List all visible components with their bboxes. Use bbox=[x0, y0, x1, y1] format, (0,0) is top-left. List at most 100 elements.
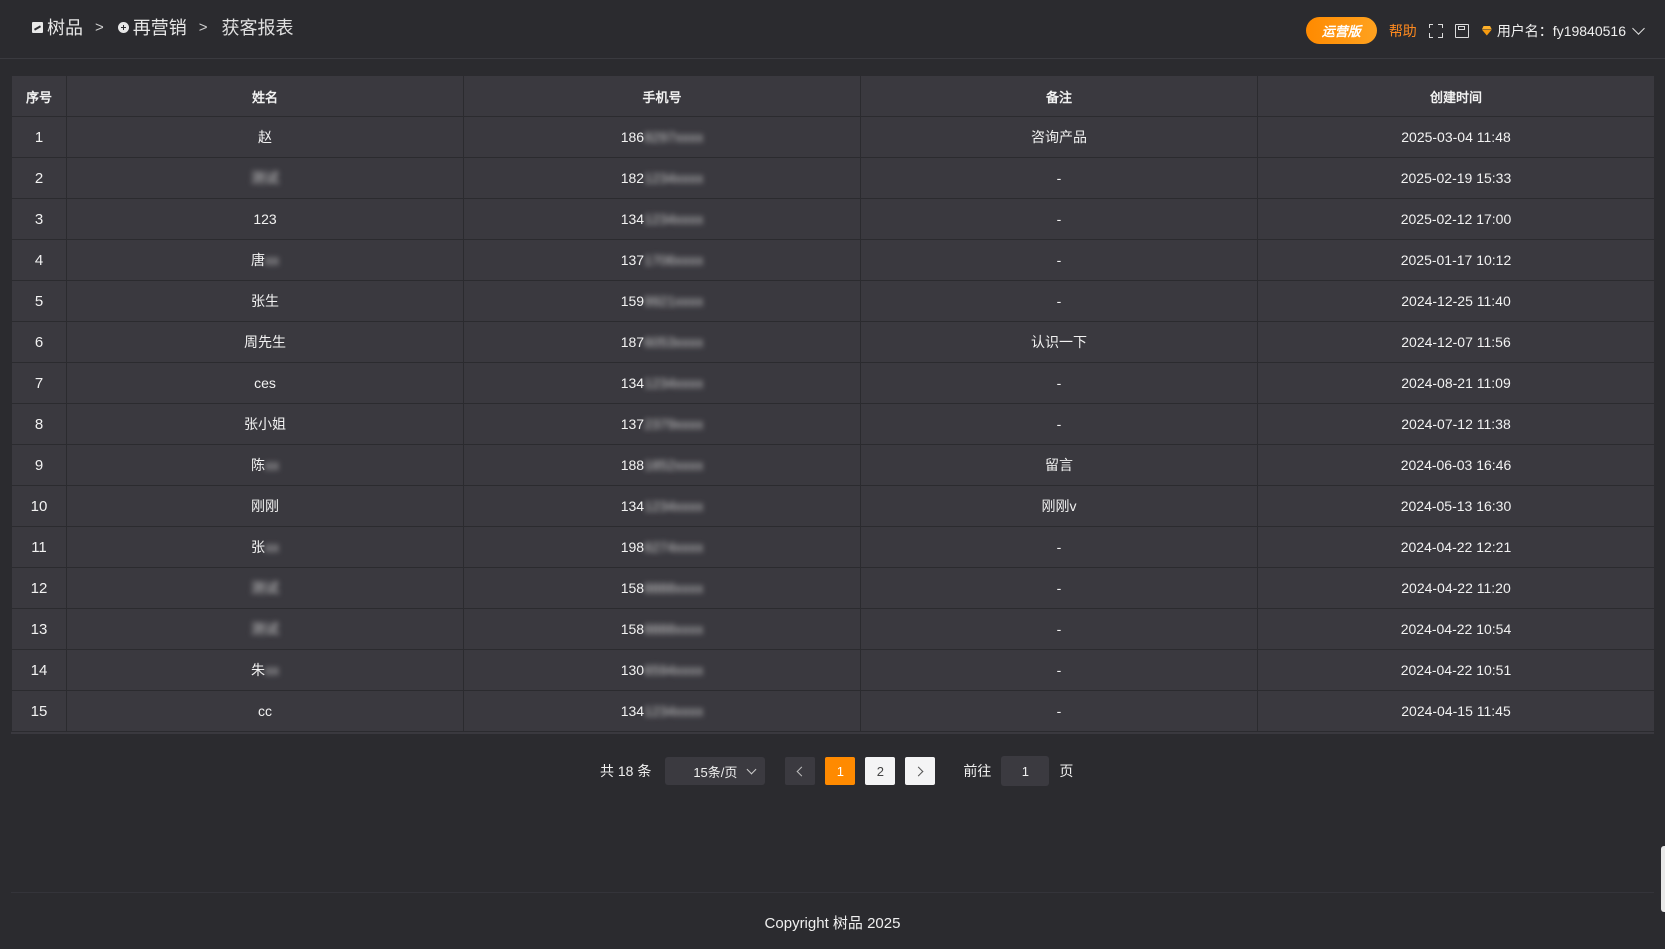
cell-text: 14 bbox=[30, 661, 48, 679]
table-row: 9 陈xx 1881852xxxx 留言 2024-06-03 16:46 bbox=[11, 444, 1655, 486]
prev-page-button[interactable] bbox=[785, 757, 816, 785]
row-name: 张xx bbox=[66, 526, 464, 568]
cell-text: 2024-04-22 11:20 bbox=[1401, 580, 1511, 596]
cell-text: 134 bbox=[620, 498, 645, 514]
row-note: 咨询产品 bbox=[860, 116, 1258, 158]
cell-text: 2025-02-12 17:00 bbox=[1400, 211, 1512, 227]
cell-text: 137 bbox=[620, 416, 645, 432]
page-button-2[interactable]: 2 bbox=[865, 757, 896, 785]
row-name: 朱xx bbox=[66, 649, 464, 691]
cell-text: 187 bbox=[620, 334, 645, 350]
row-note: - bbox=[860, 362, 1258, 404]
row-created-time: 2025-02-12 17:00 bbox=[1257, 198, 1655, 240]
row-name: 张小姐 bbox=[66, 403, 464, 445]
user-menu[interactable]: 用户名：fy19840516 bbox=[1481, 21, 1645, 41]
cell-text: - bbox=[1056, 580, 1062, 596]
row-index: 3 bbox=[11, 198, 67, 240]
cell-text: 周先生 bbox=[244, 334, 286, 350]
cell-text: 2 bbox=[34, 169, 44, 187]
row-index: 8 bbox=[11, 403, 67, 445]
table-row: 2 测试 1821234xxxx - 2025-02-19 15:33 bbox=[11, 157, 1655, 199]
cell-text: 2025-02-19 15:33 bbox=[1400, 170, 1512, 186]
next-page-button[interactable] bbox=[905, 757, 936, 785]
redacted-text: 1234xxxx bbox=[644, 703, 704, 719]
table-row: 8 张小姐 1372379xxxx - 2024-07-12 11:38 bbox=[11, 403, 1655, 445]
row-index: 7 bbox=[11, 362, 67, 404]
redacted-text: xx bbox=[265, 662, 279, 678]
page-size-select[interactable]: 15条/页 bbox=[665, 757, 766, 785]
row-index: 5 bbox=[11, 280, 67, 322]
username-label: 用户名：fy19840516 bbox=[1496, 22, 1626, 39]
footer-divider bbox=[11, 892, 1654, 893]
table-row: 15 cc 1341234xxxx - 2024-04-15 11:45 bbox=[11, 690, 1655, 732]
row-note: - bbox=[860, 403, 1258, 445]
column-header: 手机号 bbox=[463, 75, 861, 117]
row-index: 2 bbox=[11, 157, 67, 199]
goto-page-input[interactable] bbox=[1001, 756, 1050, 786]
table-row: 4 唐xx 1371706xxxx -2025-01-17 10:12 bbox=[11, 239, 1655, 281]
row-name: 赵 bbox=[66, 116, 464, 158]
save-icon[interactable] bbox=[1454, 23, 1469, 38]
cell-text: - bbox=[1056, 703, 1062, 719]
fullscreen-icon[interactable] bbox=[1427, 22, 1444, 39]
row-index: 15 bbox=[11, 690, 67, 732]
row-phone: 1372379xxxx bbox=[463, 403, 861, 445]
goto-suffix: 页 bbox=[1059, 763, 1074, 779]
cell-text: 2024-05-13 16:30 bbox=[1400, 498, 1512, 514]
row-created-time: 2024-04-22 12:21 bbox=[1257, 526, 1655, 568]
breadcrumb: 树品 > 再营销 > 获客报表 bbox=[32, 14, 294, 40]
page-size-value: 15条/页 bbox=[693, 764, 738, 780]
redacted-text: 8888xxxx bbox=[644, 621, 704, 637]
cell-text: 赵 bbox=[258, 129, 272, 145]
row-created-time: 2024-06-03 16:46 bbox=[1257, 444, 1655, 486]
row-name: 123 bbox=[66, 198, 464, 240]
row-note: - bbox=[860, 526, 1258, 568]
row-note: - bbox=[860, 280, 1258, 322]
cell-text: 1 bbox=[34, 128, 44, 146]
cell-text: cc bbox=[258, 703, 272, 719]
cell-text: 12 bbox=[30, 579, 48, 597]
redacted-text: 1234xxxx bbox=[644, 375, 704, 391]
cell-text: 2025-03-04 11:48 bbox=[1401, 129, 1511, 145]
cell-text: 张生 bbox=[251, 293, 279, 309]
edition-badge[interactable]: 运营版 bbox=[1305, 17, 1377, 44]
redacted-text: 6594xxxx bbox=[644, 662, 704, 678]
header-actions: 运营版 帮助 用户名：fy19840516 bbox=[1305, 17, 1645, 44]
cell-text: ces bbox=[254, 375, 276, 391]
redacted-text: 9921xxxx bbox=[644, 293, 704, 309]
row-phone: 1986274xxxx bbox=[463, 526, 861, 568]
help-link[interactable]: 帮助 bbox=[1389, 21, 1417, 41]
redacted-text: 1234xxxx bbox=[644, 211, 704, 227]
cell-text: 2024-04-22 12:21 bbox=[1400, 539, 1512, 555]
cell-text: 134 bbox=[620, 375, 645, 391]
cell-text: 198 bbox=[620, 539, 645, 555]
page-button-1[interactable]: 1 bbox=[825, 757, 856, 785]
table-row: 6 周先生 1876053xxxx 认识一下 2024-12-07 11:56 bbox=[11, 321, 1655, 363]
cell-text: 137 bbox=[620, 252, 645, 268]
chevron-right-icon bbox=[913, 766, 924, 776]
cell-text: 5 bbox=[34, 292, 44, 310]
row-note: 认识一下 bbox=[860, 321, 1258, 363]
cell-text: 认识一下 bbox=[1031, 334, 1087, 350]
side-edge-tab[interactable] bbox=[1661, 846, 1665, 912]
cell-text: - bbox=[1056, 416, 1062, 432]
row-phone: 1868297xxxx bbox=[463, 116, 861, 158]
cell-text: 2024-04-22 10:54 bbox=[1400, 621, 1512, 637]
row-phone: 1588888xxxx bbox=[463, 608, 861, 650]
cell-text: - bbox=[1056, 621, 1062, 637]
row-note: - bbox=[860, 649, 1258, 691]
row-index: 10 bbox=[11, 485, 67, 527]
cell-text: 6 bbox=[34, 333, 44, 351]
cell-text: 咨询产品 bbox=[1031, 129, 1087, 145]
row-index: 1 bbox=[11, 116, 67, 158]
breadcrumb-item-remarketing[interactable]: 再营销 bbox=[117, 14, 187, 40]
row-index: 12 bbox=[11, 567, 67, 609]
cell-text: 134 bbox=[620, 703, 645, 719]
row-name: ces bbox=[66, 362, 464, 404]
table-row: 3 123 1341234xxxx - 2025-02-12 17:00 bbox=[11, 198, 1655, 240]
row-phone: 1306594xxxx bbox=[463, 649, 861, 691]
breadcrumb-item-home[interactable]: 树品 bbox=[32, 14, 83, 40]
circle-plus-icon bbox=[117, 21, 129, 33]
table-row: 10 刚刚 1341234xxxx 刚刚v 2024-05-13 16:30 bbox=[11, 485, 1655, 527]
redacted-text: 1852xxxx bbox=[644, 457, 704, 473]
